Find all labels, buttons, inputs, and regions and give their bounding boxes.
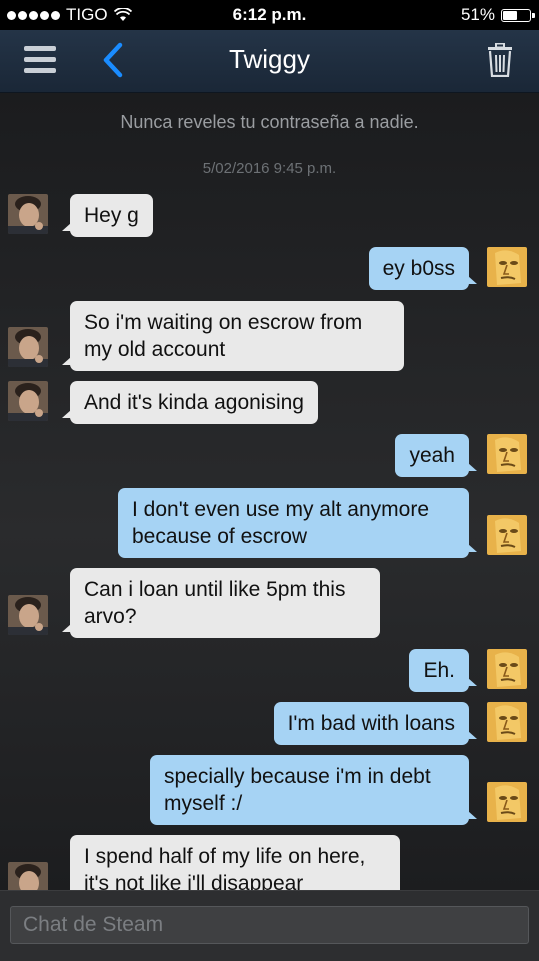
trash-icon[interactable] — [487, 43, 513, 77]
user-avatar[interactable] — [487, 434, 527, 474]
user-avatar[interactable] — [487, 649, 527, 689]
battery-icon — [501, 8, 535, 22]
message-incoming: Hey g — [62, 194, 153, 237]
message-outgoing: specially because i'm in debt myself :/ — [150, 755, 477, 825]
message-outgoing: I don't even use my alt anymore because … — [118, 488, 477, 558]
chat-area[interactable]: Nunca reveles tu contraseña a nadie. 5/0… — [0, 93, 539, 890]
message-outgoing: yeah — [395, 434, 477, 477]
user-avatar[interactable] — [487, 702, 527, 742]
message-incoming: I spend half of my life on here, it's no… — [70, 835, 400, 890]
message-incoming: So i'm waiting on escrow from my old acc… — [62, 301, 404, 371]
contact-avatar[interactable] — [8, 595, 48, 635]
message-incoming: Can i loan until like 5pm this arvo? — [62, 568, 380, 638]
battery-percent: 51% — [460, 5, 495, 24]
contact-avatar[interactable] — [8, 862, 48, 890]
user-avatar[interactable] — [487, 247, 527, 287]
nav-bar: Twiggy — [0, 30, 539, 93]
contact-avatar[interactable] — [8, 194, 48, 234]
security-notice: Nunca reveles tu contraseña a nadie. — [120, 112, 419, 132]
page-title: Twiggy — [229, 44, 310, 74]
message-incoming: And it's kinda agonising — [62, 381, 318, 424]
message-outgoing: I'm bad with loans — [273, 702, 478, 745]
user-avatar[interactable] — [487, 782, 527, 822]
chat-input[interactable] — [10, 906, 529, 944]
contact-avatar[interactable] — [8, 381, 48, 421]
message-outgoing: ey b0ss — [368, 247, 478, 290]
user-avatar[interactable] — [487, 515, 527, 555]
battery-fill — [503, 10, 518, 20]
status-bar: TIGO 6:12 p.m. 51% — [0, 0, 539, 30]
status-time: 6:12 p.m. — [232, 5, 307, 24]
chat-date: 5/02/2016 9:45 p.m. — [202, 160, 337, 177]
input-bar — [0, 890, 539, 961]
message-outgoing: Eh. — [409, 649, 477, 692]
status-right: 51% — [460, 5, 535, 25]
contact-avatar[interactable] — [8, 327, 48, 367]
